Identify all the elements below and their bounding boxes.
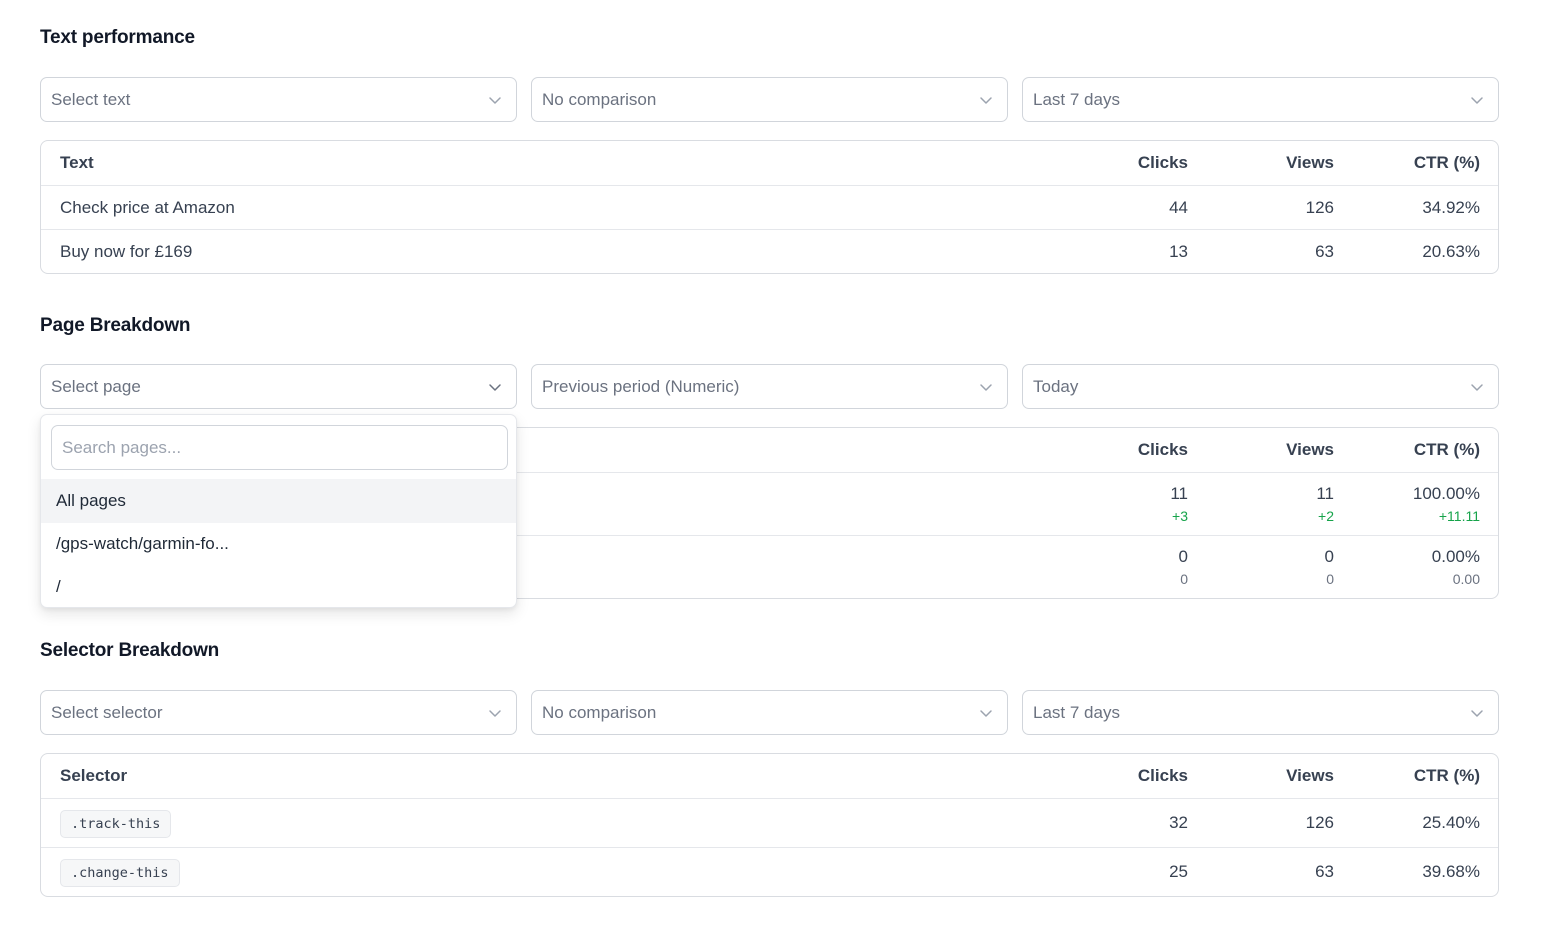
select-page-dropdown[interactable]: Select page bbox=[40, 364, 517, 409]
table-header: Selector Clicks Views CTR (%) bbox=[41, 754, 1498, 798]
clicks-delta: +3 bbox=[1172, 508, 1188, 524]
table-header: Text Clicks Views CTR (%) bbox=[41, 141, 1498, 185]
clicks-delta: 0 bbox=[1180, 571, 1188, 587]
date-range-dropdown[interactable]: Last 7 days bbox=[1022, 690, 1499, 735]
selector-code-chip: .change-this bbox=[60, 858, 180, 887]
section-title: Page Breakdown bbox=[40, 315, 191, 336]
row-views: 11 +2 bbox=[1316, 484, 1334, 525]
row-ctr: 34.92% bbox=[1422, 198, 1480, 217]
row-selector: .track-this bbox=[60, 799, 172, 847]
text-performance-table: Text Clicks Views CTR (%) Check price at… bbox=[40, 140, 1499, 274]
row-views: 63 bbox=[1315, 862, 1334, 881]
row-views: 126 bbox=[1305, 198, 1334, 217]
column-header-ctr[interactable]: CTR (%) bbox=[1414, 428, 1480, 472]
chevron-down-icon bbox=[488, 706, 502, 720]
chevron-down-icon bbox=[488, 93, 502, 107]
row-views: 126 bbox=[1305, 813, 1334, 832]
ctr-delta: +11.11 bbox=[1438, 508, 1480, 524]
row-ctr: 39.68% bbox=[1422, 862, 1480, 881]
row-ctr: 100.00% +11.11 bbox=[1413, 484, 1480, 525]
section-title: Selector Breakdown bbox=[40, 640, 220, 661]
row-clicks: 0 0 bbox=[1179, 547, 1188, 588]
comparison-dropdown[interactable]: No comparison bbox=[531, 77, 1008, 122]
views-delta: +2 bbox=[1318, 508, 1334, 524]
option-page[interactable]: / bbox=[41, 565, 516, 607]
views-delta: 0 bbox=[1326, 571, 1334, 587]
column-header-views[interactable]: Views bbox=[1286, 754, 1334, 798]
column-header-selector[interactable]: Selector bbox=[60, 754, 127, 798]
section-title: Text performance bbox=[40, 27, 195, 48]
page-breakdown-section: Page Breakdown Select page Previous peri… bbox=[40, 314, 1499, 599]
text-performance-section: Text performance Select text No comparis… bbox=[40, 26, 1499, 274]
select-value: Today bbox=[1033, 377, 1079, 396]
option-all-pages[interactable]: All pages bbox=[41, 479, 516, 523]
chevron-down-icon bbox=[1470, 380, 1484, 394]
filters-bar: Select selector No comparison Last 7 day… bbox=[40, 690, 1499, 735]
row-text: Buy now for £169 bbox=[60, 242, 193, 261]
column-header-views[interactable]: Views bbox=[1286, 428, 1334, 472]
ctr-delta: 0.00 bbox=[1452, 571, 1480, 587]
filters-bar: Select text No comparison Last 7 days bbox=[40, 77, 1499, 122]
column-header-ctr[interactable]: CTR (%) bbox=[1414, 754, 1480, 798]
row-views: 63 bbox=[1315, 242, 1334, 261]
chevron-down-icon bbox=[1470, 93, 1484, 107]
column-header-views[interactable]: Views bbox=[1286, 141, 1334, 185]
ctr-value: 100.00% bbox=[1412, 484, 1480, 503]
select-text-dropdown[interactable]: Select text bbox=[40, 77, 517, 122]
table-row: Check price at Amazon 44 126 34.92% bbox=[41, 185, 1498, 229]
select-value: Select selector bbox=[51, 703, 163, 722]
column-header-text[interactable]: Text bbox=[60, 141, 94, 185]
select-value: Last 7 days bbox=[1033, 90, 1120, 109]
chevron-down-icon bbox=[488, 380, 502, 394]
chevron-down-icon bbox=[1470, 706, 1484, 720]
views-value: 0 bbox=[1324, 547, 1334, 566]
row-clicks: 25 bbox=[1169, 862, 1188, 881]
option-page[interactable]: /gps-watch/garmin-fo... bbox=[41, 522, 516, 566]
row-text: Check price at Amazon bbox=[60, 198, 235, 217]
row-ctr: 20.63% bbox=[1422, 242, 1480, 261]
table-row: Buy now for £169 13 63 20.63% bbox=[41, 229, 1498, 273]
selector-breakdown-table: Selector Clicks Views CTR (%) .track-thi… bbox=[40, 753, 1499, 897]
row-ctr: 25.40% bbox=[1422, 813, 1480, 832]
row-clicks: 11 +3 bbox=[1170, 484, 1188, 525]
chevron-down-icon bbox=[979, 93, 993, 107]
page-select-popup: All pages /gps-watch/garmin-fo... / bbox=[40, 414, 517, 608]
clicks-value: 0 bbox=[1178, 547, 1188, 566]
comparison-dropdown[interactable]: No comparison bbox=[531, 690, 1008, 735]
select-value: No comparison bbox=[542, 90, 657, 109]
clicks-value: 11 bbox=[1170, 484, 1188, 503]
table-row: .change-this 25 63 39.68% bbox=[41, 847, 1498, 896]
row-ctr: 0.00% 0.00 bbox=[1432, 547, 1480, 588]
selector-code-chip: .track-this bbox=[60, 809, 172, 838]
chevron-down-icon bbox=[979, 706, 993, 720]
select-value: Previous period (Numeric) bbox=[542, 377, 740, 396]
select-selector-dropdown[interactable]: Select selector bbox=[40, 690, 517, 735]
table-row: .track-this 32 126 25.40% bbox=[41, 798, 1498, 847]
column-header-clicks[interactable]: Clicks bbox=[1138, 141, 1188, 185]
row-clicks: 32 bbox=[1169, 813, 1188, 832]
row-views: 0 0 bbox=[1325, 547, 1334, 588]
select-value: No comparison bbox=[542, 703, 657, 722]
row-selector: .change-this bbox=[60, 848, 180, 896]
chevron-down-icon bbox=[979, 380, 993, 394]
row-clicks: 13 bbox=[1169, 242, 1188, 261]
views-value: 11 bbox=[1316, 484, 1334, 503]
ctr-value: 0.00% bbox=[1431, 547, 1480, 566]
filters-bar: Select page Previous period (Numeric) To… bbox=[40, 364, 1499, 409]
date-range-dropdown[interactable]: Today bbox=[1022, 364, 1499, 409]
select-value: Last 7 days bbox=[1033, 703, 1120, 722]
column-header-clicks[interactable]: Clicks bbox=[1138, 428, 1188, 472]
select-value: Select text bbox=[51, 90, 131, 109]
date-range-dropdown[interactable]: Last 7 days bbox=[1022, 77, 1499, 122]
search-pages-input[interactable] bbox=[51, 425, 508, 470]
row-clicks: 44 bbox=[1169, 198, 1188, 217]
column-header-ctr[interactable]: CTR (%) bbox=[1414, 141, 1480, 185]
column-header-clicks[interactable]: Clicks bbox=[1138, 754, 1188, 798]
comparison-dropdown[interactable]: Previous period (Numeric) bbox=[531, 364, 1008, 409]
select-value: Select page bbox=[51, 377, 141, 396]
selector-breakdown-section: Selector Breakdown Select selector No co… bbox=[40, 639, 1499, 897]
